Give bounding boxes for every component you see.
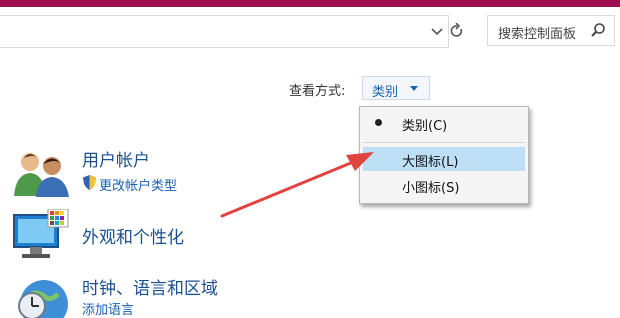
annotation-arrow [220, 152, 374, 218]
